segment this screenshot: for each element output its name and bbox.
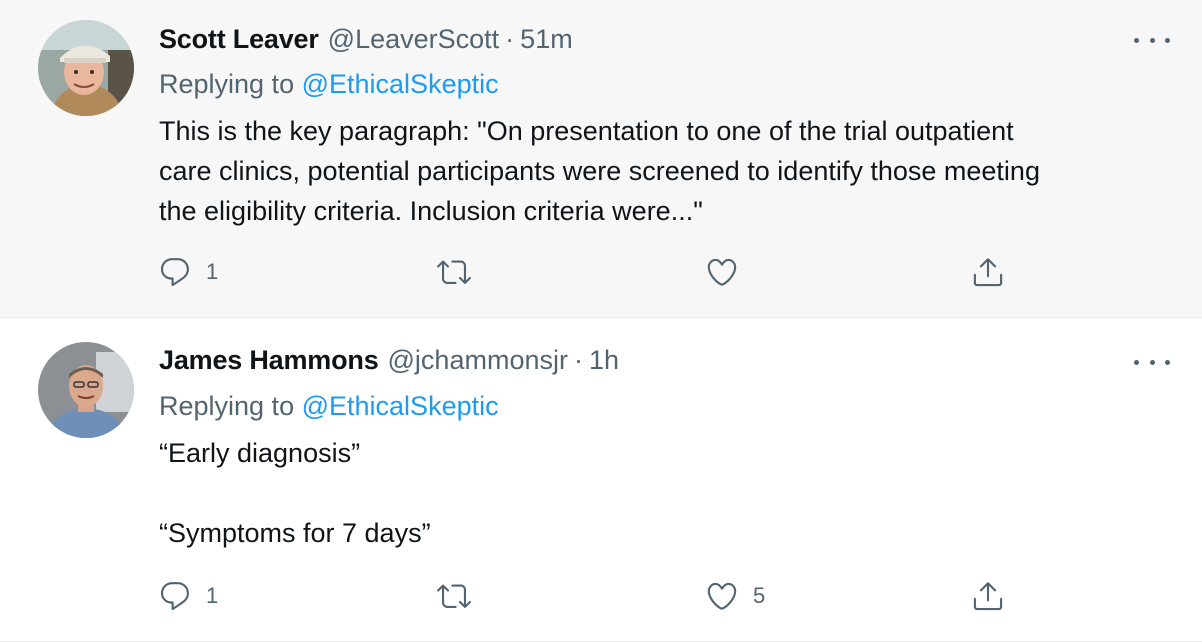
avatar[interactable] [38,20,134,116]
reply-icon [160,258,189,287]
tweet-text-line: care clinics, potential participants wer… [159,156,1040,186]
tweet-text: “Early diagnosis” “Symptoms for 7 days” [159,433,1169,553]
author-name[interactable]: Scott Leaver [159,24,319,55]
more-dot [1134,359,1139,365]
replying-to: Replying to @EthicalSkeptic [159,391,499,422]
replying-prefix: Replying to [159,391,295,421]
more-icon[interactable] [1134,350,1170,374]
avatar-image [38,342,134,438]
timestamp[interactable]: 1h [589,345,619,376]
reply-thread: Scott Leaver @LeaverScott · 51m Replying… [0,0,1202,642]
separator-dot: · [505,24,515,54]
more-dot [1149,359,1155,365]
share-button[interactable] [971,576,1005,616]
share-icon [973,258,1003,287]
replying-to: Replying to @EthicalSkeptic [159,69,499,100]
retweet-button[interactable] [437,576,485,616]
tweet-header: James Hammons @jchammonsjr · 1h [159,345,619,381]
mention-link[interactable]: @EthicalSkeptic [302,391,499,421]
reply-count: 1 [206,259,219,284]
share-icon [973,582,1003,611]
retweet-icon [437,584,471,608]
reply-count: 1 [206,583,219,608]
tweet-text-line: “Symptoms for 7 days” [159,518,431,548]
avatar-image [38,20,134,116]
tweet-actions: 1 5 [0,576,1202,616]
separator-dot: · [573,345,583,375]
tweet-text-line: This is the key paragraph: "On presentat… [159,116,1014,146]
tweet-header: Scott Leaver @LeaverScott · 51m [159,24,573,60]
avatar[interactable] [38,342,134,438]
more-dot [1149,37,1155,43]
author-name[interactable]: James Hammons [159,345,379,376]
like-count: 5 [753,583,766,608]
tweet-text-line: the eligibility criteria. Inclusion crit… [159,196,703,226]
tweet-actions: 1 [0,252,1202,292]
more-dot [1165,37,1170,43]
more-dot [1134,37,1139,43]
tweet-text-line: “Early diagnosis” [159,438,361,468]
reply-icon [160,582,189,611]
more-dot [1165,359,1170,365]
heart-icon [707,582,737,610]
author-handle[interactable]: @LeaverScott [328,24,500,55]
heart-icon [707,258,737,286]
author-handle[interactable]: @jchammonsjr [388,345,568,376]
like-button[interactable] [705,252,753,292]
retweet-icon [437,260,471,284]
retweet-button[interactable] [437,252,485,292]
replying-prefix: Replying to [159,69,295,99]
share-button[interactable] [971,252,1005,292]
reply-button[interactable]: 1 [158,252,218,292]
more-icon[interactable] [1134,28,1170,52]
reply-button[interactable]: 1 [158,576,218,616]
tweet-text: This is the key paragraph: "On presentat… [159,111,1169,231]
like-button[interactable]: 5 [705,576,765,616]
mention-link[interactable]: @EthicalSkeptic [302,69,499,99]
timestamp[interactable]: 51m [520,24,573,55]
tweet-reply-scott[interactable]: Scott Leaver @LeaverScott · 51m Replying… [0,0,1202,318]
